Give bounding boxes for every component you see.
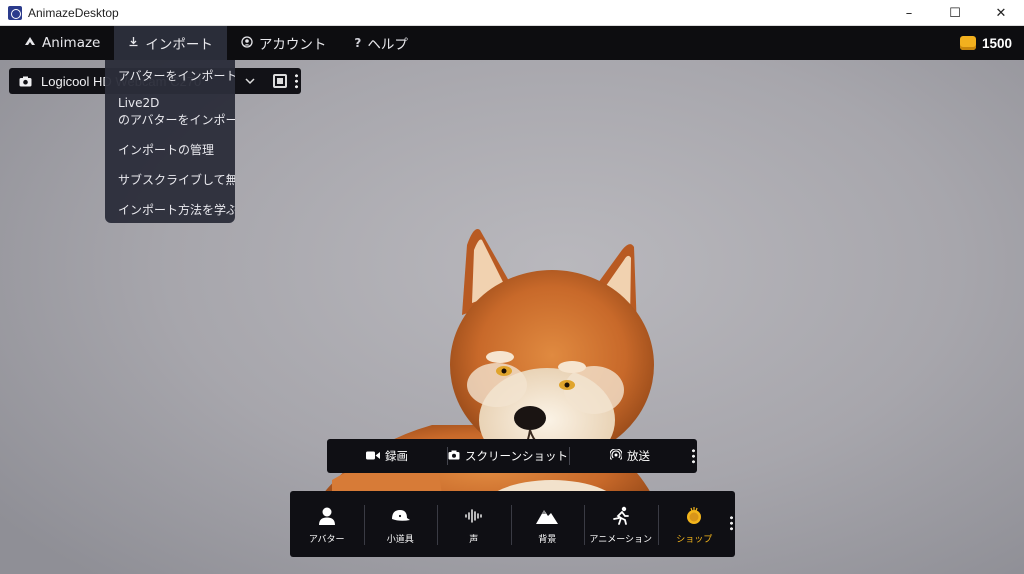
coin-balance[interactable]: 1500 (959, 26, 1012, 60)
screenshot-icon (448, 450, 460, 463)
app-icon (8, 5, 22, 20)
avatar-button[interactable]: アバター (290, 491, 364, 557)
menu-import-label: インポート (145, 37, 213, 53)
menu-help-label: ヘルプ (367, 37, 408, 53)
menu-item-manage-imports[interactable]: インポートの管理 (118, 142, 235, 158)
fullscreen-icon[interactable] (273, 74, 287, 88)
menu-item-import-avatar[interactable]: アバターをインポート (118, 68, 235, 84)
menu-item-learn-import[interactable]: インポート方法を学ぶ (118, 202, 235, 218)
mountain-icon (536, 504, 559, 528)
close-button[interactable]: ✕ (978, 0, 1024, 26)
running-icon (611, 504, 631, 528)
more-vertical-icon[interactable] (692, 448, 695, 464)
shop-label: ショップ (676, 534, 713, 545)
help-icon: ? (354, 36, 362, 50)
camera-icon (17, 76, 33, 87)
menu-animaze[interactable]: Animaze (0, 26, 114, 60)
account-icon (241, 35, 253, 51)
person-icon (318, 504, 335, 528)
minimize-button[interactable]: – (886, 0, 932, 26)
broadcast-icon (609, 447, 623, 464)
menu-animaze-label: Animaze (42, 35, 101, 51)
broadcast-button[interactable]: 放送 (569, 439, 691, 473)
avatar-label: アバター (308, 534, 345, 545)
animaze-logo-icon (24, 36, 36, 51)
animation-label: アニメーション (589, 534, 653, 545)
animation-button[interactable]: アニメーション (584, 491, 658, 557)
window-title: AnimazeDesktop (28, 5, 119, 20)
menu-account-label: アカウント (258, 37, 327, 53)
coin-icon (959, 36, 976, 50)
shop-button[interactable]: ショップ (657, 491, 732, 557)
shop-coin-icon (685, 504, 703, 528)
record-button[interactable]: 録画 (327, 439, 447, 473)
import-dropdown-menu: アバターをインポート Live2D のアバターをインポート インポートの管理 サ… (105, 60, 235, 223)
menu-item-import-live2d-line2[interactable]: のアバターをインポート (118, 112, 235, 128)
menu-import[interactable]: インポート (114, 26, 227, 60)
video-icon (366, 450, 380, 463)
import-icon (128, 36, 139, 50)
chevron-down-icon[interactable] (245, 75, 255, 88)
voice-button[interactable]: 声 (437, 491, 511, 557)
cap-icon (390, 504, 411, 528)
menu-account[interactable]: アカウント (227, 26, 341, 60)
more-vertical-icon[interactable] (295, 73, 298, 89)
background-label: 背景 (538, 534, 557, 545)
window-controls: – ☐ ✕ (886, 0, 1024, 26)
record-toolbar: 録画 スクリーンショット 放送 (327, 439, 697, 473)
maximize-button[interactable]: ☐ (932, 0, 978, 26)
voice-label: 声 (469, 534, 479, 545)
waveform-icon (464, 504, 484, 528)
record-label: 録画 (385, 449, 408, 463)
screenshot-button[interactable]: スクリーンショット (447, 439, 569, 473)
shiba-avatar (322, 229, 654, 525)
screenshot-label: スクリーンショット (465, 449, 568, 463)
props-label: 小道具 (386, 534, 414, 545)
background-button[interactable]: 背景 (510, 491, 585, 557)
menu-help[interactable]: ? ヘルプ (340, 26, 421, 60)
more-vertical-icon[interactable] (730, 515, 733, 531)
main-toolbar: アバター 小道具 声 背景 アニメーション ショップ (290, 491, 735, 557)
broadcast-label: 放送 (627, 449, 650, 463)
app-menubar: Animaze インポート アカウント ? ヘルプ 1500 (0, 26, 1024, 60)
menu-item-import-live2d[interactable]: Live2D (118, 95, 235, 111)
props-button[interactable]: 小道具 (363, 491, 438, 557)
menu-item-subscribe[interactable]: サブスクライブして無料 (118, 172, 235, 188)
coin-count: 1500 (981, 35, 1012, 51)
window-titlebar: AnimazeDesktop – ☐ ✕ (0, 0, 1024, 26)
